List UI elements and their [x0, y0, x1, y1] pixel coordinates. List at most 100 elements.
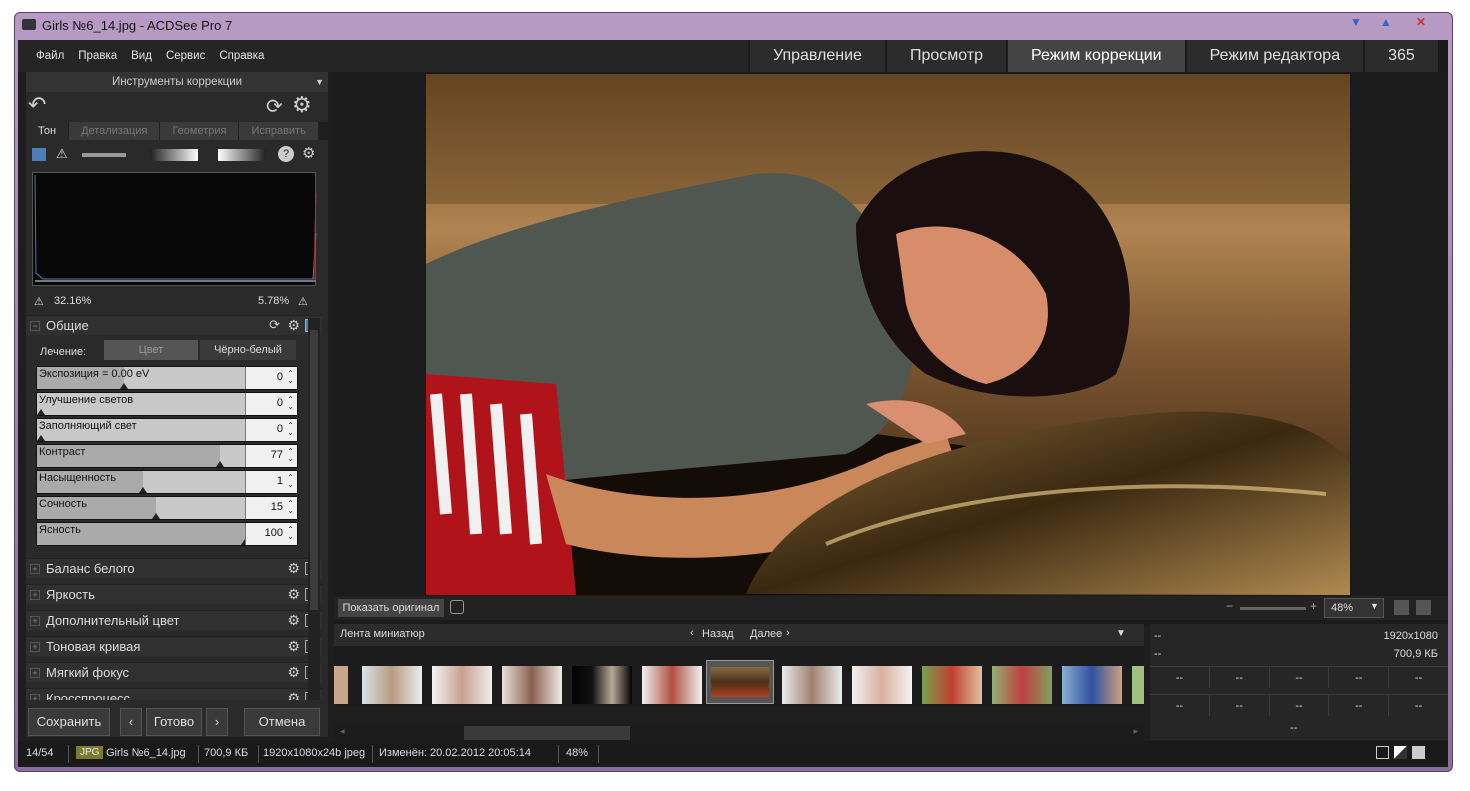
- next-chevron-icon[interactable]: ›: [786, 627, 790, 639]
- adjust-slider[interactable]: Контраст 77 ⌃ ⌄: [36, 444, 298, 468]
- section-gear-icon[interactable]: ⚙: [287, 317, 300, 334]
- thumbnail[interactable]: [1132, 666, 1144, 704]
- slider-marker-icon[interactable]: [152, 513, 160, 519]
- scroll-thumb[interactable]: [310, 330, 318, 610]
- tab-365[interactable]: 365: [1363, 40, 1438, 72]
- expand-icon[interactable]: +: [30, 642, 40, 652]
- undo-icon[interactable]: ↶: [28, 92, 46, 118]
- expand-icon[interactable]: +: [30, 668, 40, 678]
- slider-icon[interactable]: [82, 153, 126, 157]
- minimize-icon[interactable]: ▼: [1350, 15, 1362, 29]
- expand-icon[interactable]: +: [30, 694, 40, 700]
- close-icon[interactable]: ✕: [1416, 15, 1426, 29]
- slider-marker-icon[interactable]: [37, 435, 45, 441]
- thumbnail[interactable]: [782, 666, 842, 704]
- save-button[interactable]: Сохранить: [28, 708, 110, 736]
- zoom-slider[interactable]: [1240, 607, 1306, 610]
- zoom-dropdown-icon[interactable]: ▼: [1370, 601, 1379, 611]
- tab-view[interactable]: Просмотр: [884, 40, 1007, 72]
- slider-marker-icon[interactable]: [139, 487, 147, 493]
- adjust-slider[interactable]: Улучшение светов 0 ⌃ ⌄: [36, 392, 298, 416]
- adjust-slider[interactable]: Сочность 15 ⌃ ⌄: [36, 496, 298, 520]
- panel-scrollbar[interactable]: [308, 318, 320, 700]
- done-button[interactable]: Готово: [146, 708, 202, 736]
- slider-marker-icon[interactable]: [216, 461, 224, 467]
- reset-icon[interactable]: ⟳: [266, 94, 283, 119]
- tab-repair[interactable]: Исправить: [239, 122, 319, 140]
- view-check-icon[interactable]: [1412, 746, 1425, 759]
- menu-view[interactable]: Вид: [131, 50, 152, 72]
- expand-icon[interactable]: +: [30, 616, 40, 626]
- menu-file[interactable]: Файл: [36, 50, 64, 72]
- compare-icon[interactable]: [450, 600, 464, 614]
- slider-marker-icon[interactable]: [37, 409, 45, 415]
- scroll-left-icon[interactable]: ◂: [340, 726, 345, 737]
- thumbnail[interactable]: [334, 666, 348, 704]
- maximize-icon[interactable]: ▲: [1380, 15, 1392, 29]
- tab-detail[interactable]: Детализация: [69, 122, 161, 140]
- show-original-button[interactable]: Показать оригинал: [338, 599, 444, 617]
- menu-edit[interactable]: Правка: [78, 50, 117, 72]
- thumbnail[interactable]: [502, 666, 562, 704]
- thumbnail[interactable]: [432, 666, 492, 704]
- tab-develop[interactable]: Режим коррекции: [1006, 40, 1185, 72]
- section-general[interactable]: − Общие ⟳ ⚙: [26, 315, 322, 335]
- histogram-gear-icon[interactable]: ⚙: [302, 144, 315, 162]
- menu-tools[interactable]: Сервис: [166, 50, 205, 72]
- section-soft-focus[interactable]: + Мягкий фокус ⚙: [26, 662, 322, 682]
- section-extra-color[interactable]: + Дополнительный цвет ⚙: [26, 610, 322, 630]
- view-single-icon[interactable]: [1376, 746, 1389, 759]
- thumbnail[interactable]: [572, 666, 632, 704]
- treatment-bw-button[interactable]: Чёрно-белый: [200, 340, 296, 360]
- expand-icon[interactable]: +: [30, 564, 40, 574]
- scroll-right-icon[interactable]: ▸: [1133, 726, 1138, 737]
- section-gear-icon[interactable]: ⚙: [287, 664, 300, 681]
- thumbnail[interactable]: [362, 666, 422, 704]
- gradient-light-icon[interactable]: [218, 149, 266, 161]
- adjust-slider[interactable]: Ясность 100 ⌃ ⌄: [36, 522, 298, 546]
- zoom-in-icon[interactable]: +: [1310, 599, 1317, 613]
- thumbnail[interactable]: [922, 666, 982, 704]
- thumbnail-selected[interactable]: [706, 660, 774, 704]
- adjust-slider[interactable]: Насыщенность 1 ⌃ ⌄: [36, 470, 298, 494]
- thumbnail[interactable]: [642, 666, 702, 704]
- spinner-icon[interactable]: ⌃ ⌄: [287, 370, 294, 385]
- section-tone-curve[interactable]: + Тоновая кривая ⚙: [26, 636, 322, 656]
- section-reset-icon[interactable]: ⟳: [269, 317, 280, 333]
- actual-size-icon[interactable]: [1394, 600, 1409, 615]
- next-button[interactable]: ›: [206, 708, 228, 736]
- treatment-color-button[interactable]: Цвет: [104, 340, 198, 360]
- tab-geometry[interactable]: Геометрия: [160, 122, 240, 140]
- view-split-icon[interactable]: [1394, 746, 1407, 759]
- thumbnail[interactable]: [992, 666, 1052, 704]
- tab-tone[interactable]: Тон: [26, 122, 70, 140]
- spinner-icon[interactable]: ⌃ ⌄: [287, 396, 294, 411]
- menu-help[interactable]: Справка: [219, 50, 264, 72]
- spinner-icon[interactable]: ⌃ ⌄: [287, 500, 294, 515]
- filmstrip-scroll-thumb[interactable]: [464, 726, 630, 740]
- spinner-icon[interactable]: ⌃ ⌄: [287, 448, 294, 463]
- cancel-button[interactable]: Отмена: [244, 708, 320, 736]
- tab-manage[interactable]: Управление: [748, 40, 885, 72]
- section-brightness[interactable]: + Яркость ⚙: [26, 584, 322, 604]
- fit-icon[interactable]: [1416, 600, 1431, 615]
- section-gear-icon[interactable]: ⚙: [287, 638, 300, 655]
- section-gear-icon[interactable]: ⚙: [287, 560, 300, 577]
- help-icon[interactable]: ?: [278, 146, 294, 162]
- settings-gear-icon[interactable]: ⚙: [292, 92, 312, 118]
- zoom-out-icon[interactable]: −: [1226, 599, 1233, 613]
- spinner-icon[interactable]: ⌃ ⌄: [287, 526, 294, 541]
- main-photo[interactable]: [426, 74, 1350, 595]
- collapse-icon[interactable]: −: [30, 321, 40, 331]
- adjust-slider[interactable]: Заполняющий свет 0 ⌃ ⌄: [36, 418, 298, 442]
- warning-icon[interactable]: ⚠: [56, 146, 68, 162]
- spinner-icon[interactable]: ⌃ ⌄: [287, 474, 294, 489]
- adjust-slider[interactable]: Экспозиция = 0.00 eV 0 ⌃ ⌄: [36, 366, 298, 390]
- section-cross-process[interactable]: + Кросспроцесс ⚙: [26, 688, 322, 700]
- expand-icon[interactable]: +: [30, 590, 40, 600]
- gradient-dark-icon[interactable]: [150, 149, 198, 161]
- thumbnail[interactable]: [852, 666, 912, 704]
- section-gear-icon[interactable]: ⚙: [287, 586, 300, 603]
- histogram-icon[interactable]: [32, 148, 46, 161]
- panel-menu-icon[interactable]: ▼: [315, 72, 324, 92]
